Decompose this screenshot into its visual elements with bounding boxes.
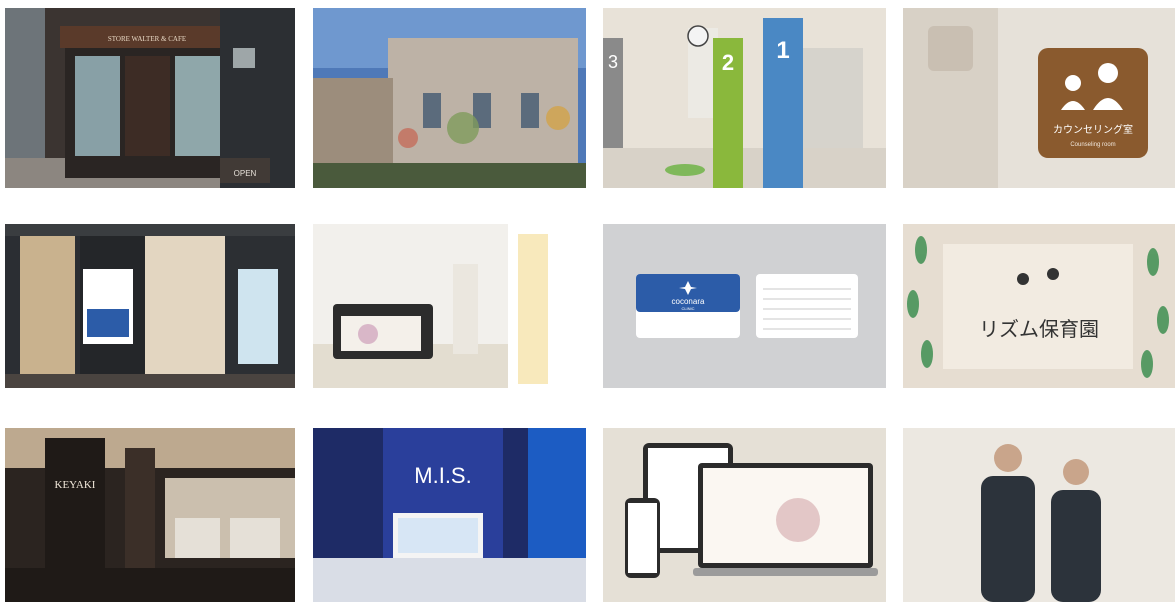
mis-booth-sign: M.I.S. — [414, 463, 471, 488]
gallery-tile-hallway-bench[interactable] — [313, 224, 586, 388]
storefront-cafe-image: OPEN STORE WALTER & CAFE — [5, 8, 295, 188]
gallery-tile-nursery-window[interactable]: リズム保育園 — [903, 224, 1175, 388]
gallery-tile-clinic-booths[interactable]: 3 2 1 — [603, 8, 886, 188]
painted-building-image — [313, 8, 586, 188]
card-sub: CLINIC — [681, 306, 694, 311]
counseling-sign-en: Counseling room — [1070, 142, 1115, 148]
gallery-tile-business-cards[interactable]: coconara CLINIC — [603, 224, 886, 388]
keyaki-sign-text: KEYAKI — [55, 479, 96, 491]
gallery-tile-staff-portrait[interactable] — [903, 428, 1175, 602]
card-brand: coconara — [672, 297, 705, 306]
gallery-tile-painted-building[interactable] — [313, 8, 586, 188]
hallway-bench-image — [313, 224, 586, 388]
clinic-booths-image: 3 2 1 — [603, 8, 886, 188]
nursery-sign-text: リズム保育園 — [979, 318, 1099, 341]
cafe-door-sign-text: OPEN — [234, 169, 257, 178]
counseling-room-sign-image: カウンセリング室 Counseling room — [903, 8, 1175, 188]
booth-2-number: 2 — [722, 50, 734, 75]
gallery-tile-storefront-cafe[interactable]: OPEN STORE WALTER & CAFE — [5, 8, 295, 188]
gallery-tile-responsive-devices[interactable] — [603, 428, 886, 602]
business-cards-image: coconara CLINIC — [603, 224, 886, 388]
cafe-storefront-sign-text: STORE WALTER & CAFE — [108, 35, 186, 43]
booth-1-number: 1 — [776, 37, 789, 64]
booth-3-number: 3 — [608, 52, 618, 72]
clinic-entrance-image — [5, 224, 295, 388]
mis-booth-image: M.I.S. — [313, 428, 586, 602]
gallery-tile-clinic-entrance[interactable] — [5, 224, 295, 388]
gallery-tile-counseling-room-sign[interactable]: カウンセリング室 Counseling room — [903, 8, 1175, 188]
staff-portrait-image — [903, 428, 1175, 602]
gallery-tile-mis-booth[interactable]: M.I.S. — [313, 428, 586, 602]
portfolio-gallery-grid: OPEN STORE WALTER & CAFE 3 2 1 カウンセリング室 … — [0, 0, 1175, 604]
keyaki-cafe-image: KEYAKI — [5, 428, 295, 602]
counseling-sign-jp: カウンセリング室 — [1053, 123, 1133, 136]
nursery-window-image: リズム保育園 — [903, 224, 1175, 388]
gallery-tile-keyaki-cafe[interactable]: KEYAKI — [5, 428, 295, 602]
responsive-devices-image — [603, 428, 886, 602]
